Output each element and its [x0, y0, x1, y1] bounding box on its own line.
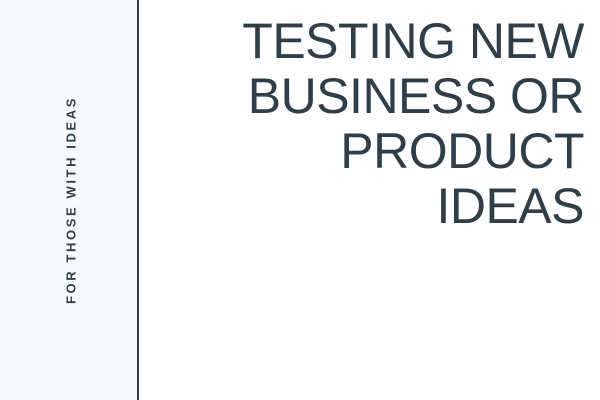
sidebar-panel: FOR THOSE WITH IDEAS — [0, 0, 139, 400]
cover-page: FOR THOSE WITH IDEAS TESTING NEW BUSINES… — [0, 0, 600, 400]
title-line-2: BUSINESS OR — [247, 68, 585, 124]
title-line-3: PRODUCT — [340, 123, 584, 179]
page-title: TESTING NEW BUSINESS OR PRODUCT IDEAS — [164, 14, 584, 234]
title-line-1: TESTING NEW — [242, 13, 584, 69]
tagline-container: FOR THOSE WITH IDEAS — [0, 0, 139, 400]
sidebar-tagline: FOR THOSE WITH IDEAS — [63, 96, 79, 304]
title-line-4: IDEAS — [436, 178, 584, 234]
